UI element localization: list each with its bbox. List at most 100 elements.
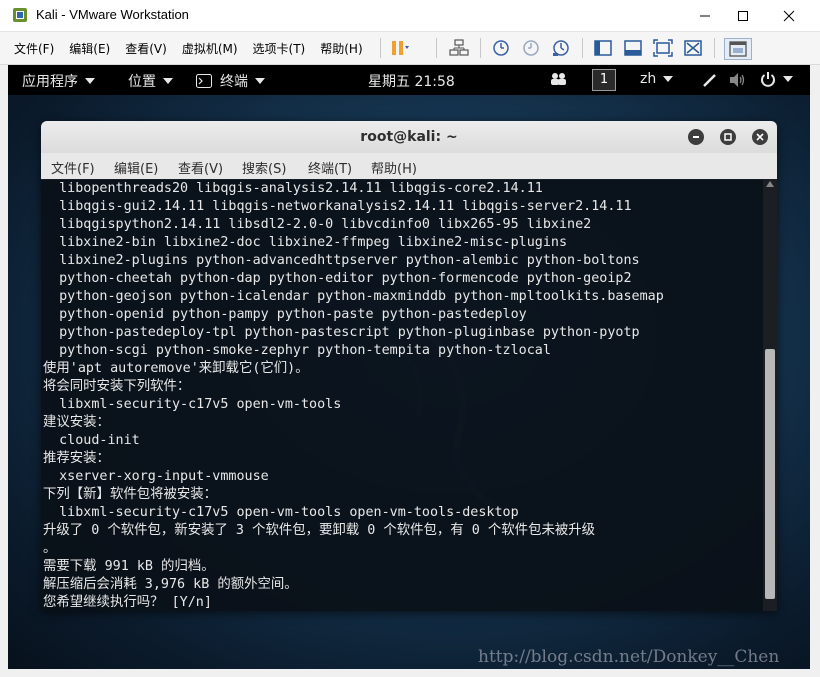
terminal-title-bar[interactable]: root@kali: ~ xyxy=(41,121,777,153)
toolbar-separator xyxy=(582,38,583,58)
thumbnail-icon xyxy=(624,40,642,56)
terminal-menu-label: 终端 xyxy=(220,74,248,90)
unity-icon xyxy=(684,40,702,56)
terminal-minimize-button[interactable] xyxy=(688,129,704,145)
applications-label: 应用程序 xyxy=(22,74,78,90)
clock-label: 星期五 21:58 xyxy=(368,74,455,90)
terminal-line: libqgispython2.14.11 libsdl2-2.0-0 libvc… xyxy=(43,217,592,232)
menu-edit[interactable]: 编辑(E) xyxy=(69,40,110,57)
terminal-menu-terminal[interactable]: 终端(T) xyxy=(308,158,352,177)
scrollbar-thumb[interactable] xyxy=(765,349,775,599)
terminal-line: python-openid python-pampy python-paste … xyxy=(43,307,527,322)
vmware-toolbar: 文件(F) 编辑(E) 查看(V) 虚拟机(M) 选项卡(T) 帮助(H) xyxy=(0,32,820,65)
volume-icon xyxy=(730,73,745,87)
settings-tool-button[interactable] xyxy=(702,72,718,88)
terminal-line: python-pastedeploy-tpl python-pastescrip… xyxy=(43,325,640,340)
terminal-line: libqgis-gui2.14.11 libqgis-networkanalys… xyxy=(43,199,632,214)
close-button[interactable] xyxy=(766,0,812,31)
power-menu[interactable] xyxy=(760,71,793,87)
terminal-scrollbar[interactable] xyxy=(763,179,777,611)
menu-view[interactable]: 查看(V) xyxy=(125,40,167,57)
close-icon xyxy=(783,10,795,21)
terminal-menu-edit[interactable]: 编辑(E) xyxy=(114,158,158,177)
pause-button[interactable] xyxy=(388,38,410,58)
terminal-title: root@kali: ~ xyxy=(360,129,458,145)
watermark-text: http://blog.csdn.net/Donkey__Chen xyxy=(478,647,780,667)
terminal-output[interactable]: libopenthreads20 libqgis-analysis2.14.11… xyxy=(41,179,763,611)
thumbnail-bar-button[interactable] xyxy=(622,38,644,58)
terminal-line: 。 xyxy=(43,541,57,556)
terminal-line: 需要下载 991 kB 的归档。 xyxy=(43,559,215,574)
terminal-app-menu[interactable]: 终端 xyxy=(196,71,265,91)
snapshot-clock-icon xyxy=(493,40,509,56)
applications-menu[interactable]: 应用程序 xyxy=(22,71,95,91)
volume-button[interactable] xyxy=(729,72,747,88)
network-icon xyxy=(449,39,469,56)
vmware-menu-bar: 文件(F) 编辑(E) 查看(V) 虚拟机(M) 选项卡(T) 帮助(H) xyxy=(14,40,378,57)
show-library-button[interactable] xyxy=(592,38,614,58)
minimize-icon xyxy=(693,136,699,138)
toolbar-separator xyxy=(480,38,481,58)
chevron-down-icon xyxy=(85,78,95,84)
console-view-button[interactable] xyxy=(724,38,752,60)
terminal-menu-search[interactable]: 搜索(S) xyxy=(242,158,286,177)
gnome-top-bar: 应用程序 位置 终端 星期五 21:58 1 zh xyxy=(8,65,810,95)
terminal-line: libxine2-plugins python-advancedhttpserv… xyxy=(43,253,640,268)
terminal-close-button[interactable] xyxy=(752,129,768,145)
pause-icon xyxy=(392,41,409,55)
terminal-line: libxine2-bin libxine2-doc libxine2-ffmpe… xyxy=(43,235,568,250)
menu-vm[interactable]: 虚拟机(M) xyxy=(182,40,238,57)
people-icon xyxy=(551,73,566,85)
terminal-window[interactable]: root@kali: ~ 文件(F) 编辑(E) 查看(V) 搜索(S) 终端(… xyxy=(41,121,777,611)
toolbar-separator xyxy=(436,38,437,58)
send-ctrl-alt-del-button[interactable] xyxy=(448,38,470,58)
terminal-line: libopenthreads20 libqgis-analysis2.14.11… xyxy=(43,181,543,196)
toolbar-separator xyxy=(380,38,381,58)
full-screen-button[interactable] xyxy=(652,38,674,58)
input-method-menu[interactable]: zh xyxy=(640,71,674,87)
terminal-line: python-cheetah python-dap python-editor … xyxy=(43,271,632,286)
terminal-line: python-scgi python-smoke-zephyr python-t… xyxy=(43,343,551,358)
terminal-menu-file[interactable]: 文件(F) xyxy=(51,158,95,177)
terminal-line: 使用'apt autoremove'来卸载它(它们)。 xyxy=(43,361,309,376)
menu-file[interactable]: 文件(F) xyxy=(14,40,54,57)
window-title: Kali - VMware Workstation xyxy=(36,7,189,22)
terminal-line: 升级了 0 个软件包，新安装了 3 个软件包，要卸载 0 个软件包，有 0 个软… xyxy=(43,523,596,538)
unity-button[interactable] xyxy=(682,38,704,58)
maximize-icon xyxy=(738,10,748,21)
terminal-line: libxml-security-c17v5 open-vm-tools open… xyxy=(43,505,519,520)
clock[interactable]: 星期五 21:58 xyxy=(368,71,455,91)
people-icon-button[interactable] xyxy=(550,72,568,86)
console-view-icon xyxy=(729,41,747,57)
terminal-icon xyxy=(196,74,212,88)
minimize-icon xyxy=(700,15,710,16)
maximize-icon xyxy=(724,133,732,141)
snapshot-manager-button[interactable] xyxy=(550,38,572,58)
places-label: 位置 xyxy=(128,74,156,90)
terminal-menu-help[interactable]: 帮助(H) xyxy=(371,158,417,177)
terminal-line: cloud-init xyxy=(43,433,140,448)
window-title-bar[interactable]: Kali - VMware Workstation xyxy=(0,0,820,32)
revert-snapshot-button[interactable] xyxy=(520,38,542,58)
scroll-up-icon xyxy=(766,181,774,187)
input-method-label: zh xyxy=(640,71,657,87)
terminal-line: libxml-security-c17v5 open-vm-tools xyxy=(43,397,342,412)
vm-display[interactable]: 应用程序 位置 终端 星期五 21:58 1 zh root@kali: ~ 文… xyxy=(8,65,810,669)
terminal-line: 推荐安装： xyxy=(43,451,110,466)
full-screen-icon xyxy=(653,39,673,57)
terminal-line: 将会同时安装下列软件： xyxy=(43,379,191,394)
terminal-menu-view[interactable]: 查看(V) xyxy=(178,158,223,177)
vmware-app-icon xyxy=(12,7,28,23)
terminal-text: libopenthreads20 libqgis-analysis2.14.11… xyxy=(43,180,664,611)
library-icon xyxy=(594,40,612,56)
snapshot-button[interactable] xyxy=(490,38,512,58)
terminal-line: 建议安装： xyxy=(43,415,110,430)
terminal-maximize-button[interactable] xyxy=(720,129,736,145)
menu-help[interactable]: 帮助(H) xyxy=(320,40,362,57)
workspace-indicator[interactable]: 1 xyxy=(592,69,616,91)
menu-tabs[interactable]: 选项卡(T) xyxy=(253,40,306,57)
power-icon xyxy=(761,72,775,87)
places-menu[interactable]: 位置 xyxy=(128,71,173,91)
maximize-button[interactable] xyxy=(720,0,766,31)
terminal-line: 您希望继续执行吗？ [Y/n] xyxy=(43,595,212,610)
